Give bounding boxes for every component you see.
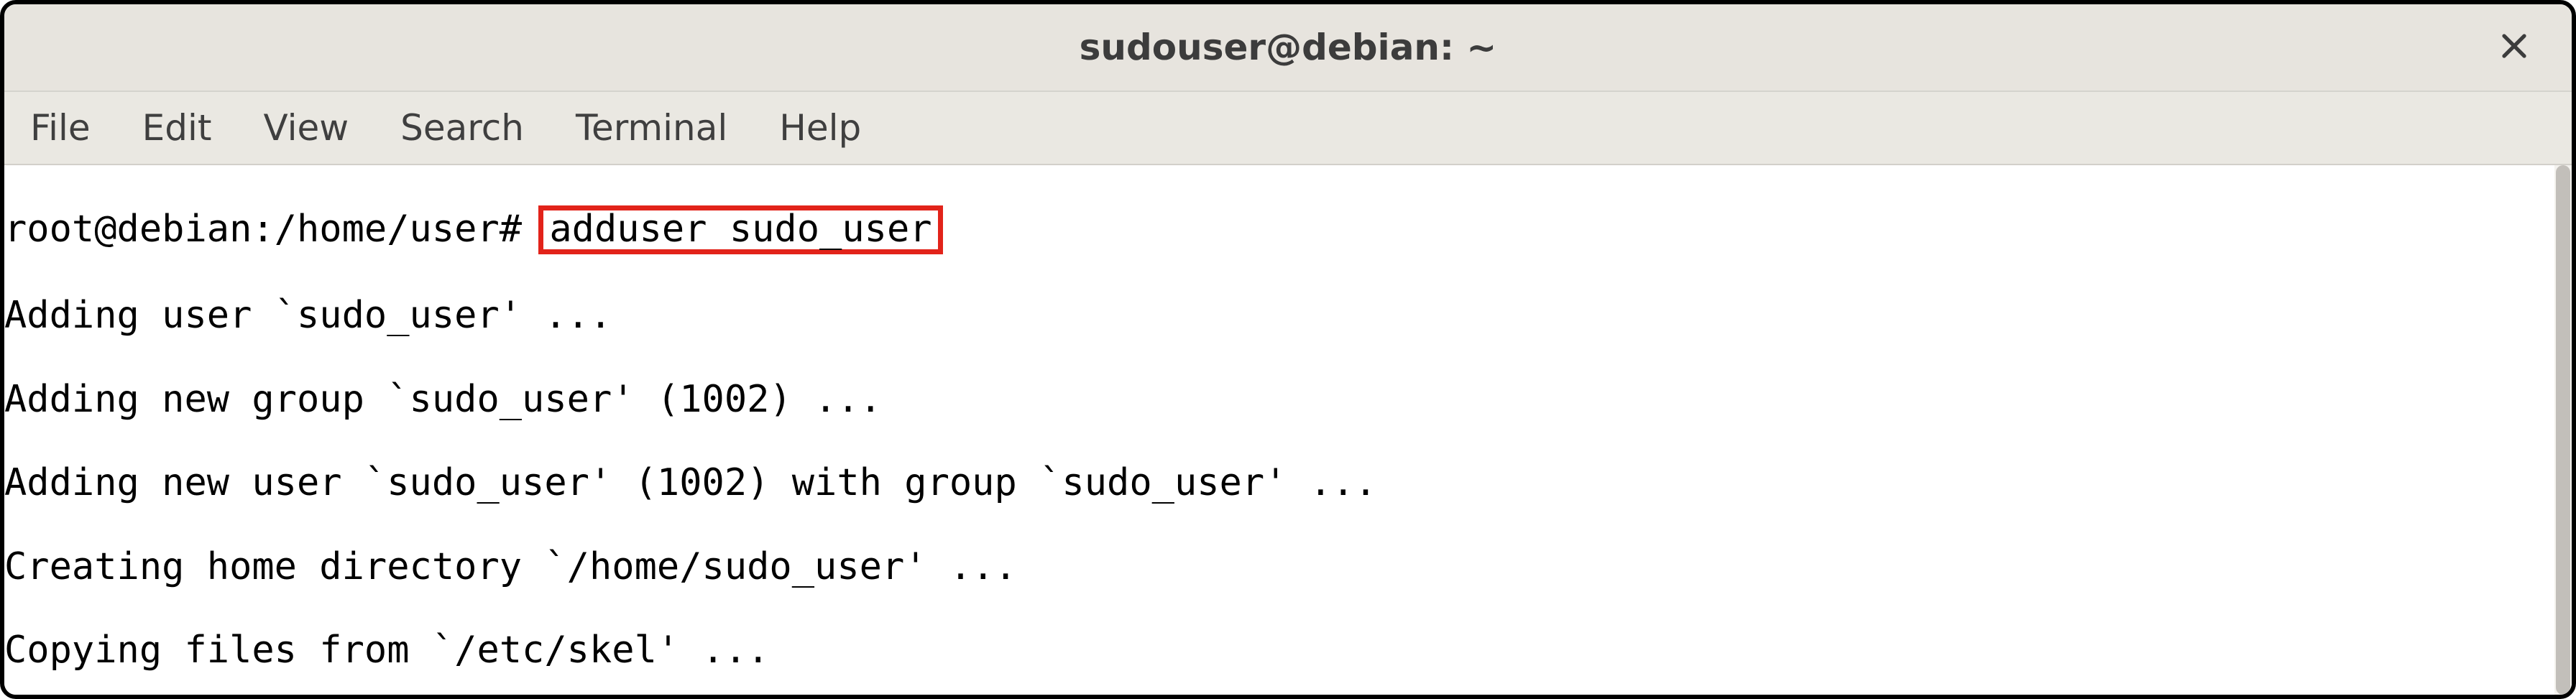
menubar: File Edit View Search Terminal Help [4,92,2572,165]
menu-help[interactable]: Help [770,103,870,153]
prompt-line: root@debian:/home/user# adduser sudo_use… [4,207,2554,253]
menu-view[interactable]: View [255,103,358,153]
output-line: Adding new user `sudo_user' (1002) with … [4,462,2554,504]
close-icon [2499,31,2529,64]
output-line: Adding new group `sudo_user' (1002) ... [4,379,2554,420]
terminal-area[interactable]: root@debian:/home/user# adduser sudo_use… [4,165,2572,695]
command-highlight: adduser sudo_user [538,205,942,254]
menu-file[interactable]: File [22,103,99,153]
terminal-content: root@debian:/home/user# adduser sudo_use… [4,165,2554,695]
command-text: adduser sudo_user [549,208,932,251]
titlebar: sudouser@debian: ~ [4,4,2572,92]
output-line: Adding user `sudo_user' ... [4,295,2554,336]
menu-terminal[interactable]: Terminal [567,103,736,153]
menu-edit[interactable]: Edit [134,103,221,153]
window-title: sudouser@debian: ~ [1080,27,1497,68]
menu-search[interactable]: Search [392,103,533,153]
shell-prompt: root@debian:/home/user# [4,208,544,251]
output-line: Copying files from `/etc/skel' ... [4,629,2554,671]
scrollbar[interactable] [2554,165,2572,695]
output-line: Creating home directory `/home/sudo_user… [4,546,2554,588]
close-button[interactable] [2493,26,2536,69]
scrollbar-thumb[interactable] [2556,165,2570,695]
terminal-window: sudouser@debian: ~ File Edit View Search… [0,0,2576,699]
